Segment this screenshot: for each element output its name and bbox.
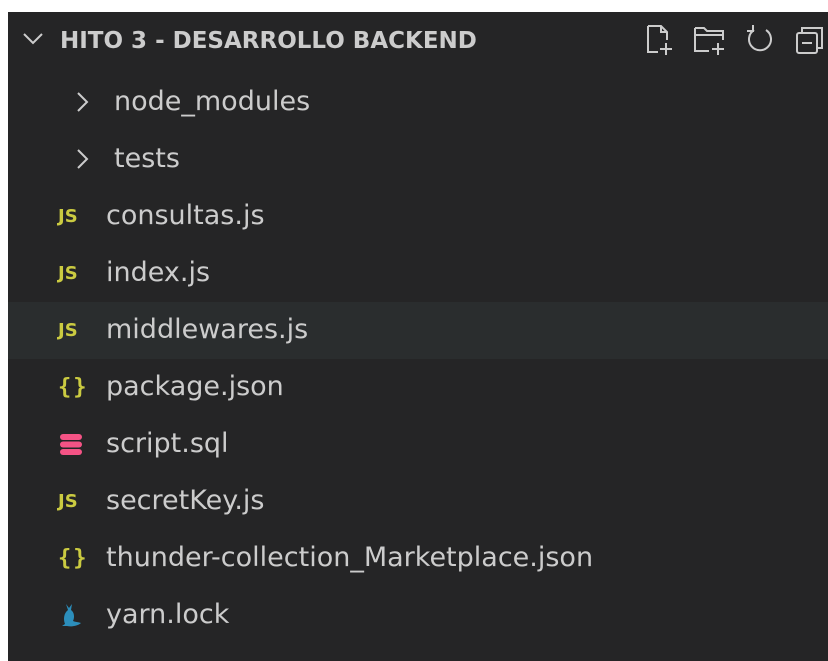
tree-item-label: consultas.js (106, 200, 265, 231)
tree-item-label: node_modules (114, 86, 311, 117)
explorer-panel: HITO 3 - DESARROLLO BACKEND node_modules… (8, 12, 828, 661)
new-file-icon (647, 25, 672, 55)
javascript-icon: JS (58, 202, 88, 230)
tree-item-tests[interactable]: tests (8, 131, 828, 188)
js-badge: JS (58, 490, 78, 512)
tree-item-label: index.js (106, 257, 211, 288)
tree-item-middlewares-js[interactable]: JS middlewares.js (8, 302, 828, 359)
js-badge: JS (58, 262, 78, 284)
chevron-down-icon[interactable] (20, 26, 46, 52)
yarn-icon (58, 601, 88, 629)
new-folder-button[interactable] (692, 22, 728, 58)
database-icon-shape (60, 434, 82, 455)
tree-item-node-modules[interactable]: node_modules (8, 74, 828, 131)
refresh-icon (747, 25, 772, 52)
tree-item-thunder-collection-json[interactable]: {} thunder-collection_Marketplace.json (8, 530, 828, 587)
tree-item-index-js[interactable]: JS index.js (8, 245, 828, 302)
tree-item-label: yarn.lock (106, 599, 230, 630)
tree-item-label: tests (114, 143, 180, 174)
js-badge: JS (58, 205, 78, 227)
chevron-right-icon[interactable] (70, 89, 96, 115)
tree-item-secretkey-js[interactable]: JS secretKey.js (8, 473, 828, 530)
database-icon (58, 430, 88, 458)
tree-item-label: secretKey.js (106, 485, 265, 516)
js-badge: JS (58, 319, 78, 341)
json-icon: {} (58, 373, 88, 401)
new-folder-icon (694, 27, 724, 55)
tree-item-label: package.json (106, 371, 284, 402)
tree-item-script-sql[interactable]: script.sql (8, 416, 828, 473)
explorer-section-header[interactable]: HITO 3 - DESARROLLO BACKEND (8, 12, 828, 70)
tree-item-label: thunder-collection_Marketplace.json (106, 542, 594, 573)
file-tree: node_modules tests JS consultas.js JS in… (8, 74, 828, 644)
screenshot-frame: HITO 3 - DESARROLLO BACKEND node_modules… (0, 0, 828, 661)
json-badge: {} (58, 374, 89, 400)
collapse-all-icon (796, 27, 823, 54)
tree-item-yarn-lock[interactable]: yarn.lock (8, 587, 828, 644)
collapse-all-button[interactable] (792, 22, 828, 58)
javascript-icon: JS (58, 259, 88, 287)
json-icon: {} (58, 544, 88, 572)
chevron-right-icon[interactable] (70, 146, 96, 172)
explorer-header-actions (642, 22, 828, 58)
refresh-button[interactable] (742, 22, 778, 58)
tree-item-consultas-js[interactable]: JS consultas.js (8, 188, 828, 245)
tree-item-package-json[interactable]: {} package.json (8, 359, 828, 416)
yarn-cat-icon-shape (62, 604, 81, 627)
javascript-icon: JS (58, 487, 88, 515)
tree-item-label: script.sql (106, 428, 229, 459)
javascript-icon: JS (58, 316, 88, 344)
tree-item-label: middlewares.js (106, 314, 309, 345)
new-file-button[interactable] (642, 22, 678, 58)
json-badge: {} (58, 545, 89, 571)
explorer-section-title: HITO 3 - DESARROLLO BACKEND (60, 28, 477, 54)
